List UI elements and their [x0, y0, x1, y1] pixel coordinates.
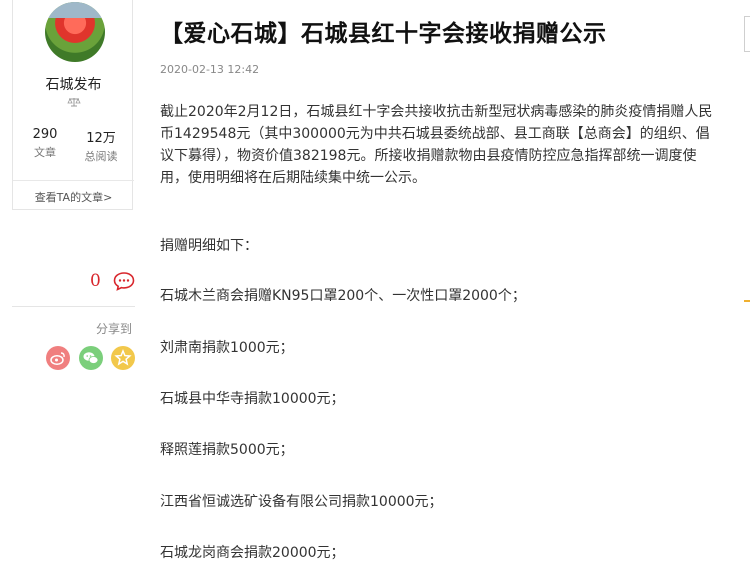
author-avatar[interactable] [45, 2, 105, 62]
comment-icon[interactable] [113, 271, 135, 291]
article-paragraph: 石城县中华寺捐款10000元； [160, 391, 345, 407]
author-name[interactable]: 石城发布 [13, 74, 134, 94]
article-paragraph: 捐赠明细如下： [160, 238, 258, 254]
stat-reads-value: 12万 [86, 131, 116, 146]
right-sidebar-widget-edge [744, 16, 750, 52]
wechat-icon [83, 352, 99, 364]
favorite-icon [114, 349, 132, 366]
article-paragraph: 刘肃南捐款1000元； [160, 340, 294, 356]
article-title: 【爱心石城】石城县红十字会接收捐赠公示 [160, 21, 607, 47]
article-paragraph: 江西省恒诚选矿设备有限公司捐款10000元； [160, 494, 443, 510]
comment-count[interactable]: 0 [90, 271, 101, 291]
article-paragraph: 石城木兰商会捐赠KN95口罩200个、一次性口罩2000个； [160, 288, 526, 304]
side-divider [12, 306, 135, 307]
share-wechat-button[interactable] [79, 346, 103, 370]
card-divider [13, 180, 134, 181]
share-favorite-button[interactable] [111, 346, 135, 370]
view-all-articles-link[interactable]: 查看TA的文章> [13, 189, 134, 205]
article-intro-paragraph: 截止2020年2月12日，石城县红十字会共接收抗击新型冠状病毒感染的肺炎疫情捐赠… [160, 104, 713, 186]
article-timestamp: 2020-02-13 12:42 [160, 63, 260, 76]
stat-articles-value: 290 [32, 127, 58, 142]
share-weibo-button[interactable] [46, 346, 70, 370]
right-sidebar-accent [744, 300, 750, 302]
author-card: 石城发布 290 文章 12万 总阅读 查看TA的文章> [12, 0, 134, 210]
share-label: 分享到 [96, 322, 133, 336]
weibo-icon [50, 352, 65, 365]
stat-reads-label: 总阅读 [84, 150, 118, 163]
article-paragraph: 石城龙岗商会捐款20000元； [160, 545, 345, 561]
article-paragraph: 释照莲捐款5000元； [160, 442, 294, 458]
stat-articles: 290 文章 [20, 127, 70, 160]
stat-articles-label: 文章 [34, 146, 56, 159]
scale-badge-icon [67, 98, 81, 107]
stat-reads: 12万 总阅读 [76, 127, 126, 164]
